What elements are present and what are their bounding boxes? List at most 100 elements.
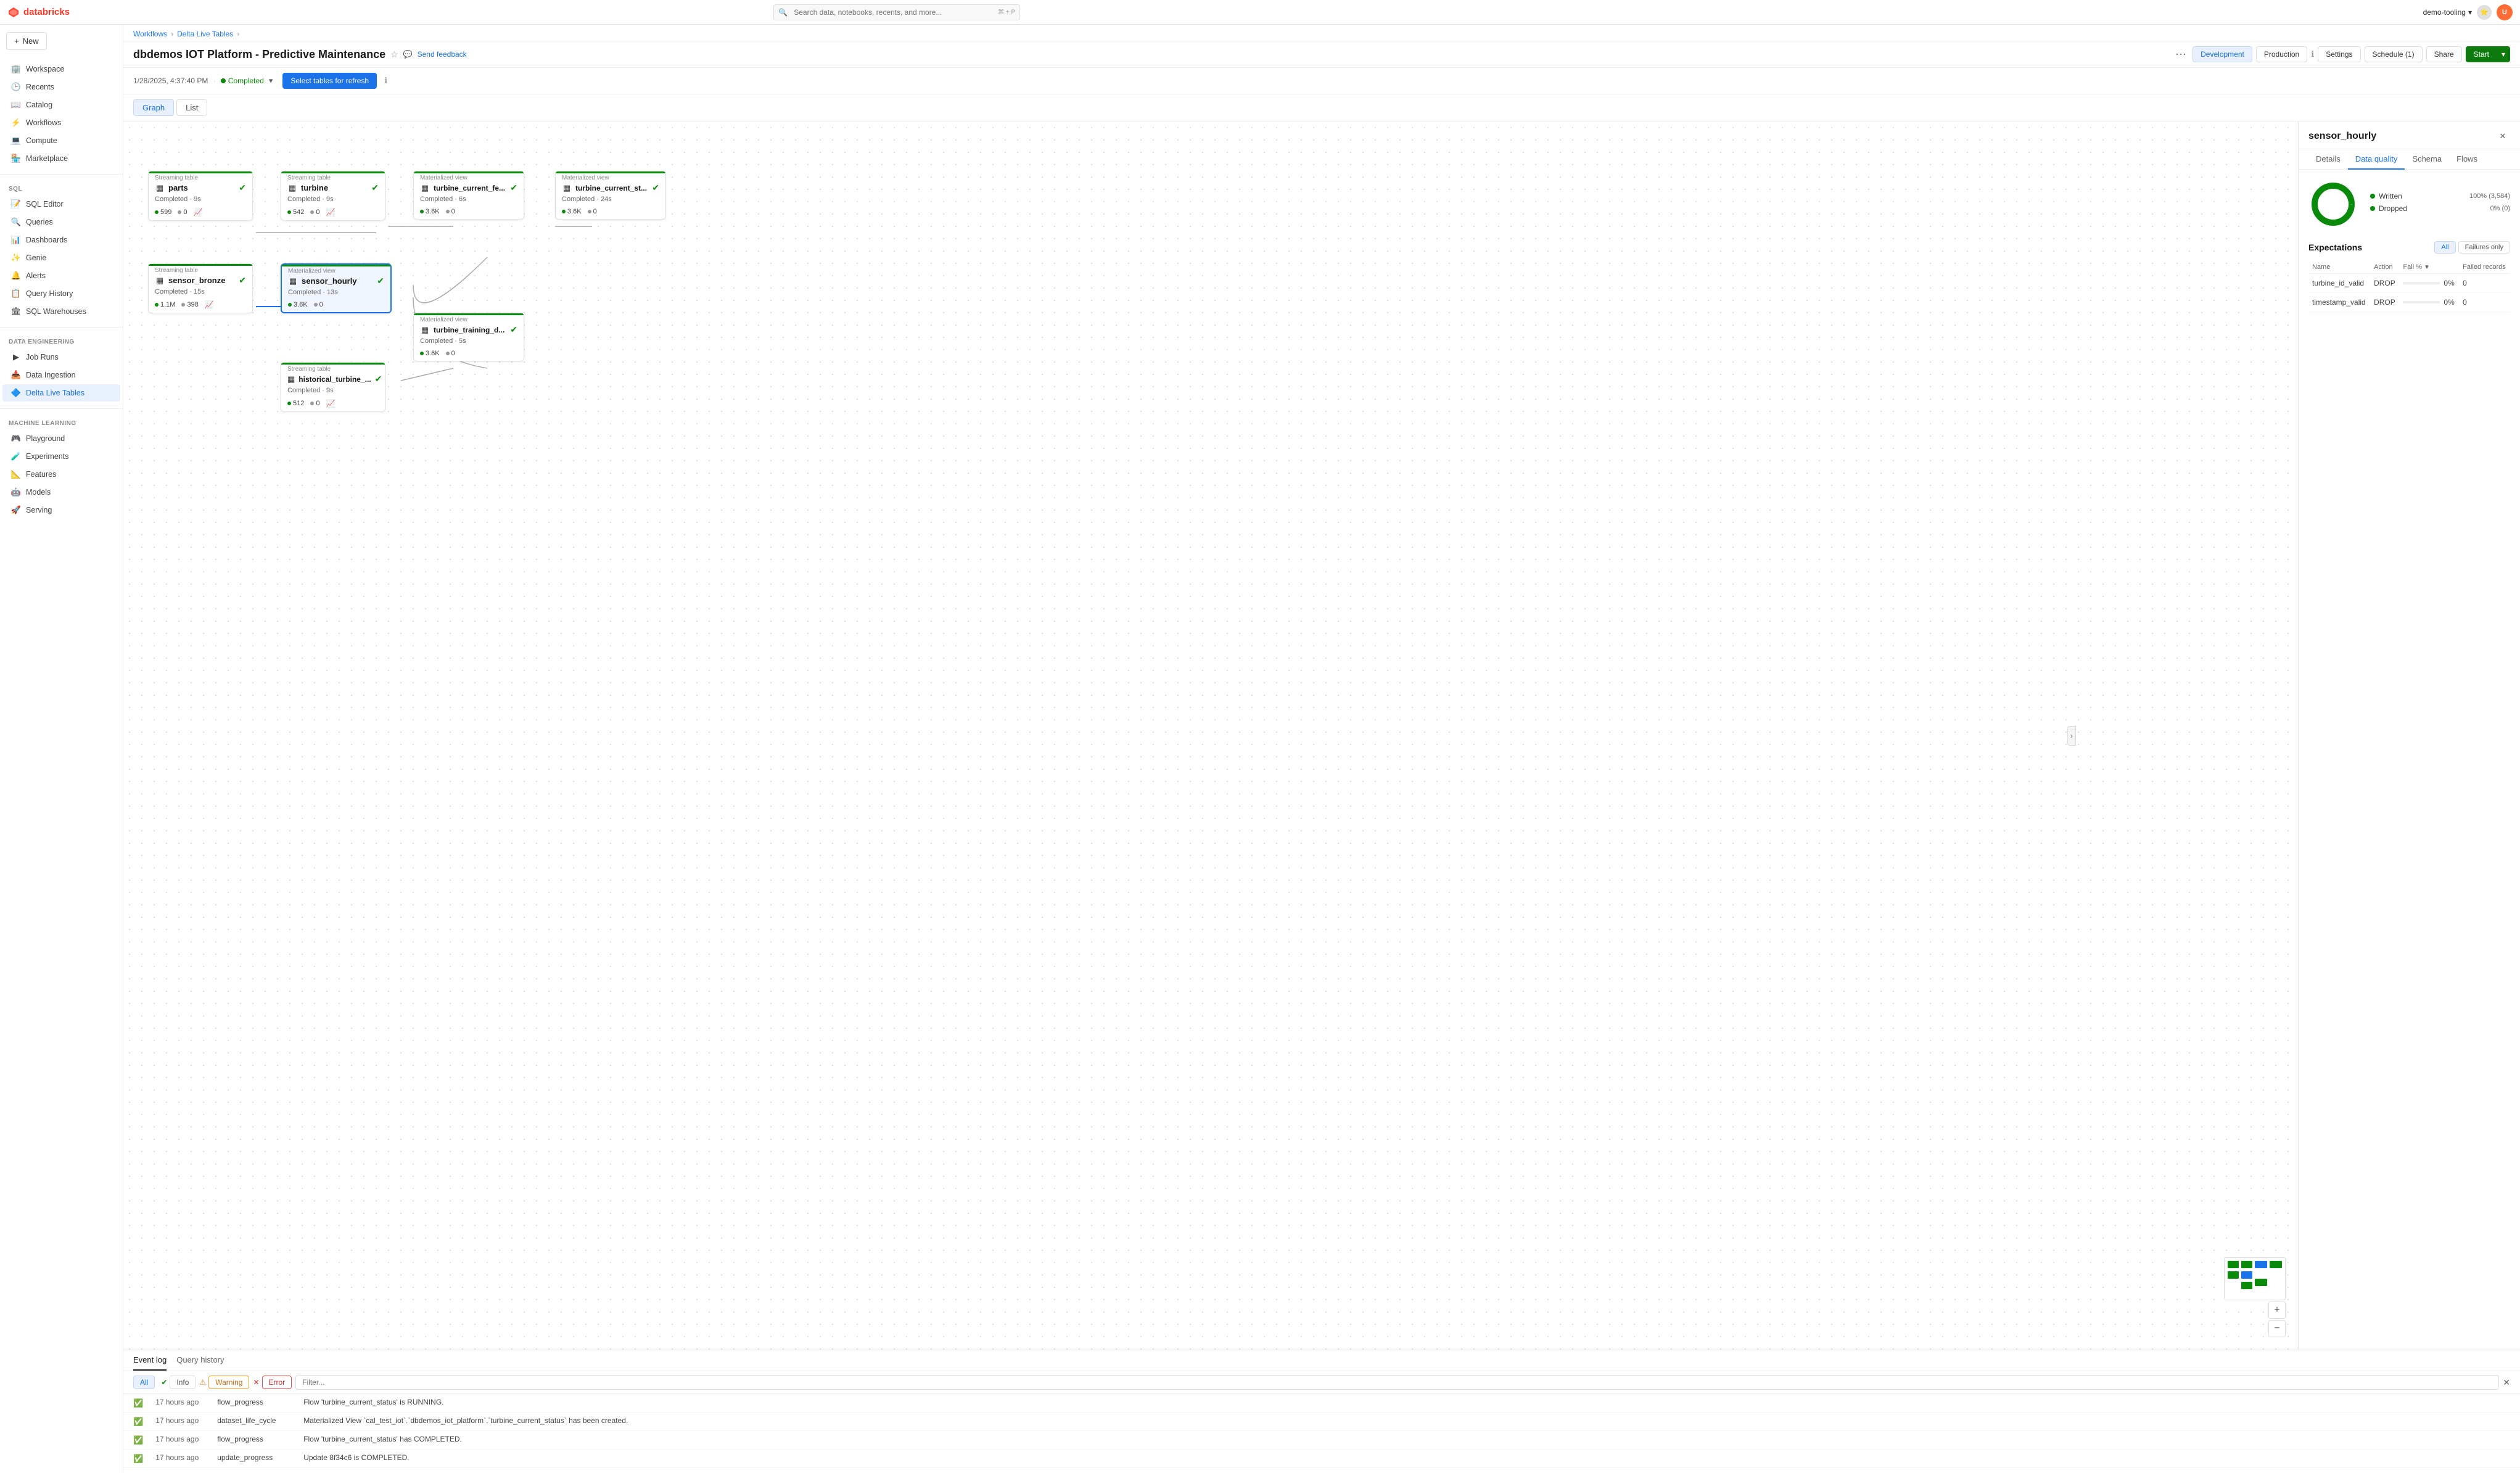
sidebar-item-query-history[interactable]: 📋 Query History (2, 285, 120, 302)
workspace-label: demo-tooling (2423, 8, 2466, 17)
sidebar-item-data-ingestion[interactable]: 📥 Data Ingestion (2, 366, 120, 384)
written-value: 100% (3,584) (2469, 192, 2510, 200)
sidebar-item-sql-warehouses[interactable]: 🏛 SQL Warehouses (2, 303, 120, 320)
tab-graph[interactable]: Graph (133, 99, 174, 116)
main-layout: + New 🏢 Workspace 🕒 Recents 📖 Catalog ⚡ … (0, 25, 2520, 1473)
sidebar-item-recents[interactable]: 🕒 Recents (2, 78, 120, 96)
sidebar-item-delta-live-tables[interactable]: 🔷 Delta Live Tables (2, 384, 120, 402)
node-sensor-hourly[interactable]: Materialized view ▦ sensor_hourly ✔ Comp… (281, 263, 392, 313)
panel-tab-flows[interactable]: Flows (2449, 149, 2485, 170)
node-turbine-current-st[interactable]: Materialized view ▦ turbine_current_st..… (555, 171, 666, 220)
bottom-tab-event-log[interactable]: Event log (133, 1350, 167, 1371)
start-button-dropdown[interactable]: ▾ (2497, 46, 2510, 62)
workspace-selector[interactable]: demo-tooling ▾ (2423, 8, 2472, 17)
share-button[interactable]: Share (2426, 46, 2462, 62)
search-input[interactable] (773, 4, 1020, 20)
send-feedback-link[interactable]: Send feedback (418, 50, 467, 59)
sidebar-item-dashboards[interactable]: 📊 Dashboards (2, 231, 120, 249)
node-turbine-metric-2-val: 0 (316, 208, 319, 216)
zoom-in-button[interactable]: + (2268, 1302, 2286, 1319)
sidebar-item-workflows[interactable]: ⚡ Workflows (2, 114, 120, 131)
bottom-tab-query-history[interactable]: Query history (176, 1350, 224, 1371)
node-ttd-check-icon: ✔ (510, 324, 517, 335)
log-filter-info[interactable]: Info (170, 1376, 196, 1389)
sidebar-item-job-runs[interactable]: ▶ Job Runs (2, 349, 120, 366)
sidebar-sql-section: SQL 📝 SQL Editor 🔍 Queries 📊 Dashboards … (0, 178, 123, 323)
panel-tab-schema[interactable]: Schema (2405, 149, 2449, 170)
sidebar-item-features[interactable]: 📐 Features (2, 466, 120, 483)
star-icon[interactable]: ☆ (390, 49, 398, 60)
node-ttd-status: Completed · 5s (414, 337, 524, 347)
status-chevron[interactable]: ▾ (269, 76, 273, 86)
panel-close-button[interactable]: ✕ (2495, 129, 2510, 144)
log-row-1-type: flow_progress (217, 1398, 291, 1406)
panel-tab-data-quality[interactable]: Data quality (2348, 149, 2405, 170)
error-filter-group: ✕ Error (253, 1376, 292, 1389)
breadcrumb-delta-live-tables[interactable]: Delta Live Tables (177, 30, 233, 38)
sidebar-divider-1 (0, 174, 123, 175)
log-filter-warning[interactable]: Warning (208, 1376, 249, 1389)
exp-row-1-name: turbine_id_valid (2308, 274, 2370, 293)
tab-list[interactable]: List (176, 99, 207, 116)
node-sb-icon: ▦ (155, 276, 165, 286)
node-sh-check-icon: ✔ (377, 276, 384, 286)
node-ht-metric-2: 0 (310, 400, 319, 407)
sidebar-item-workspace-label: Workspace (26, 65, 64, 73)
sidebar-item-serving-label: Serving (26, 506, 52, 514)
production-info-icon[interactable]: ℹ (2311, 49, 2314, 59)
schedule-button[interactable]: Schedule (1) (2365, 46, 2423, 62)
settings-button[interactable]: Settings (2318, 46, 2360, 62)
panel-tab-details[interactable]: Details (2308, 149, 2348, 170)
log-row-3-time: 17 hours ago (155, 1435, 205, 1443)
node-turbine-current-fe[interactable]: Materialized view ▦ turbine_current_fe..… (413, 171, 524, 220)
more-options-icon[interactable]: ⋯ (2173, 48, 2189, 61)
node-parts-status: Completed · 9s (149, 196, 252, 205)
sidebar-item-experiments[interactable]: 🧪 Experiments (2, 448, 120, 465)
log-filter-input[interactable] (295, 1375, 2499, 1390)
bookmark-icon[interactable]: ⭐ (2477, 5, 2492, 20)
node-turbine-training[interactable]: Materialized view ▦ turbine_training_d..… (413, 313, 524, 361)
breadcrumb-workflows[interactable]: Workflows (133, 30, 167, 38)
green-dot-8 (420, 352, 424, 355)
sidebar-item-marketplace[interactable]: 🏪 Marketplace (2, 150, 120, 167)
node-sensor-bronze[interactable]: Streaming table ▦ sensor_bronze ✔ Comple… (148, 263, 253, 313)
panel-collapse-button[interactable]: › (2067, 726, 2076, 746)
node-turbine-metrics: 542 0 📈 (281, 205, 385, 220)
log-filter-error[interactable]: Error (262, 1376, 292, 1389)
start-button[interactable]: Start (2466, 46, 2497, 62)
sidebar-item-models[interactable]: 🤖 Models (2, 484, 120, 501)
log-close-button[interactable]: ✕ (2503, 1377, 2510, 1388)
development-button[interactable]: Development (2193, 46, 2252, 62)
dashboards-icon: 📊 (11, 235, 21, 245)
chevron-right-icon: › (2070, 732, 2073, 740)
sidebar-item-features-label: Features (26, 470, 56, 479)
sidebar-item-workspace[interactable]: 🏢 Workspace (2, 60, 120, 78)
exp-filter-all[interactable]: All (2434, 241, 2455, 254)
node-parts[interactable]: Streaming table ▦ parts ✔ Completed · 9s… (148, 171, 253, 221)
sidebar-item-playground[interactable]: 🎮 Playground (2, 430, 120, 447)
new-button-label: New (23, 36, 39, 46)
sidebar-item-sql-editor[interactable]: 📝 SQL Editor (2, 196, 120, 213)
new-button[interactable]: + New (6, 32, 47, 50)
sidebar-item-genie[interactable]: ✨ Genie (2, 249, 120, 266)
page-header-actions: ⋯ Development Production ℹ Settings Sche… (2173, 46, 2510, 62)
sidebar-item-queries[interactable]: 🔍 Queries (2, 213, 120, 231)
zoom-out-button[interactable]: − (2268, 1320, 2286, 1337)
graph-lines (123, 122, 2298, 1350)
node-historical-turbine[interactable]: Streaming table ▦ historical_turbine_...… (281, 362, 385, 412)
sidebar-item-catalog[interactable]: 📖 Catalog (2, 96, 120, 113)
sidebar-item-genie-label: Genie (26, 254, 46, 262)
sidebar-item-compute[interactable]: 💻 Compute (2, 132, 120, 149)
bottom-tabs: Event log Query history (123, 1350, 2520, 1371)
graph-canvas[interactable]: Streaming table ▦ parts ✔ Completed · 9s… (123, 122, 2298, 1350)
node-turbine[interactable]: Streaming table ▦ turbine ✔ Completed · … (281, 171, 385, 221)
exp-filter-failures[interactable]: Failures only (2458, 241, 2510, 254)
sidebar-item-alerts[interactable]: 🔔 Alerts (2, 267, 120, 284)
sidebar-item-serving[interactable]: 🚀 Serving (2, 501, 120, 519)
select-tables-button[interactable]: Select tables for refresh (282, 73, 377, 89)
log-filter-all[interactable]: All (133, 1376, 155, 1389)
gray-dot-2 (310, 210, 314, 214)
avatar[interactable]: U (2497, 4, 2513, 20)
production-button[interactable]: Production (2256, 46, 2307, 62)
sidebar-item-marketplace-label: Marketplace (26, 154, 68, 163)
